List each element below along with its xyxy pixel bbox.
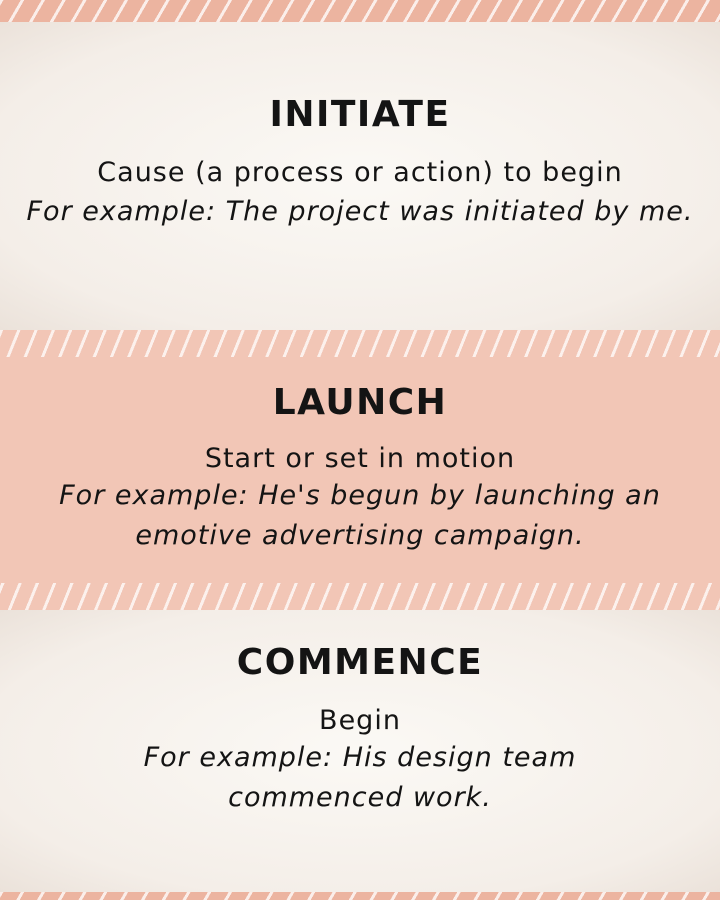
- bottom-stripe-border: [0, 892, 720, 900]
- term-definition: Cause (a process or action) to begin: [97, 157, 623, 188]
- term-heading: LAUNCH: [272, 382, 448, 423]
- vocabulary-card: INITIATE Cause (a process or action) to …: [0, 0, 720, 900]
- entry-initiate: INITIATE Cause (a process or action) to …: [0, 94, 720, 232]
- entry-launch: LAUNCH Start or set in motion For exampl…: [0, 382, 720, 556]
- term-definition: Begin: [319, 705, 401, 736]
- top-stripe-border: [0, 0, 720, 22]
- term-heading: COMMENCE: [236, 642, 484, 683]
- term-example: For example: The project was initiated b…: [26, 196, 694, 227]
- term-example: For example: His design team commenced w…: [143, 742, 577, 813]
- term-heading: INITIATE: [269, 94, 451, 135]
- term-example: For example: He's begun by launching an …: [59, 480, 661, 551]
- entry-commence: COMMENCE Begin For example: His design t…: [0, 642, 720, 818]
- term-definition: Start or set in motion: [204, 443, 516, 474]
